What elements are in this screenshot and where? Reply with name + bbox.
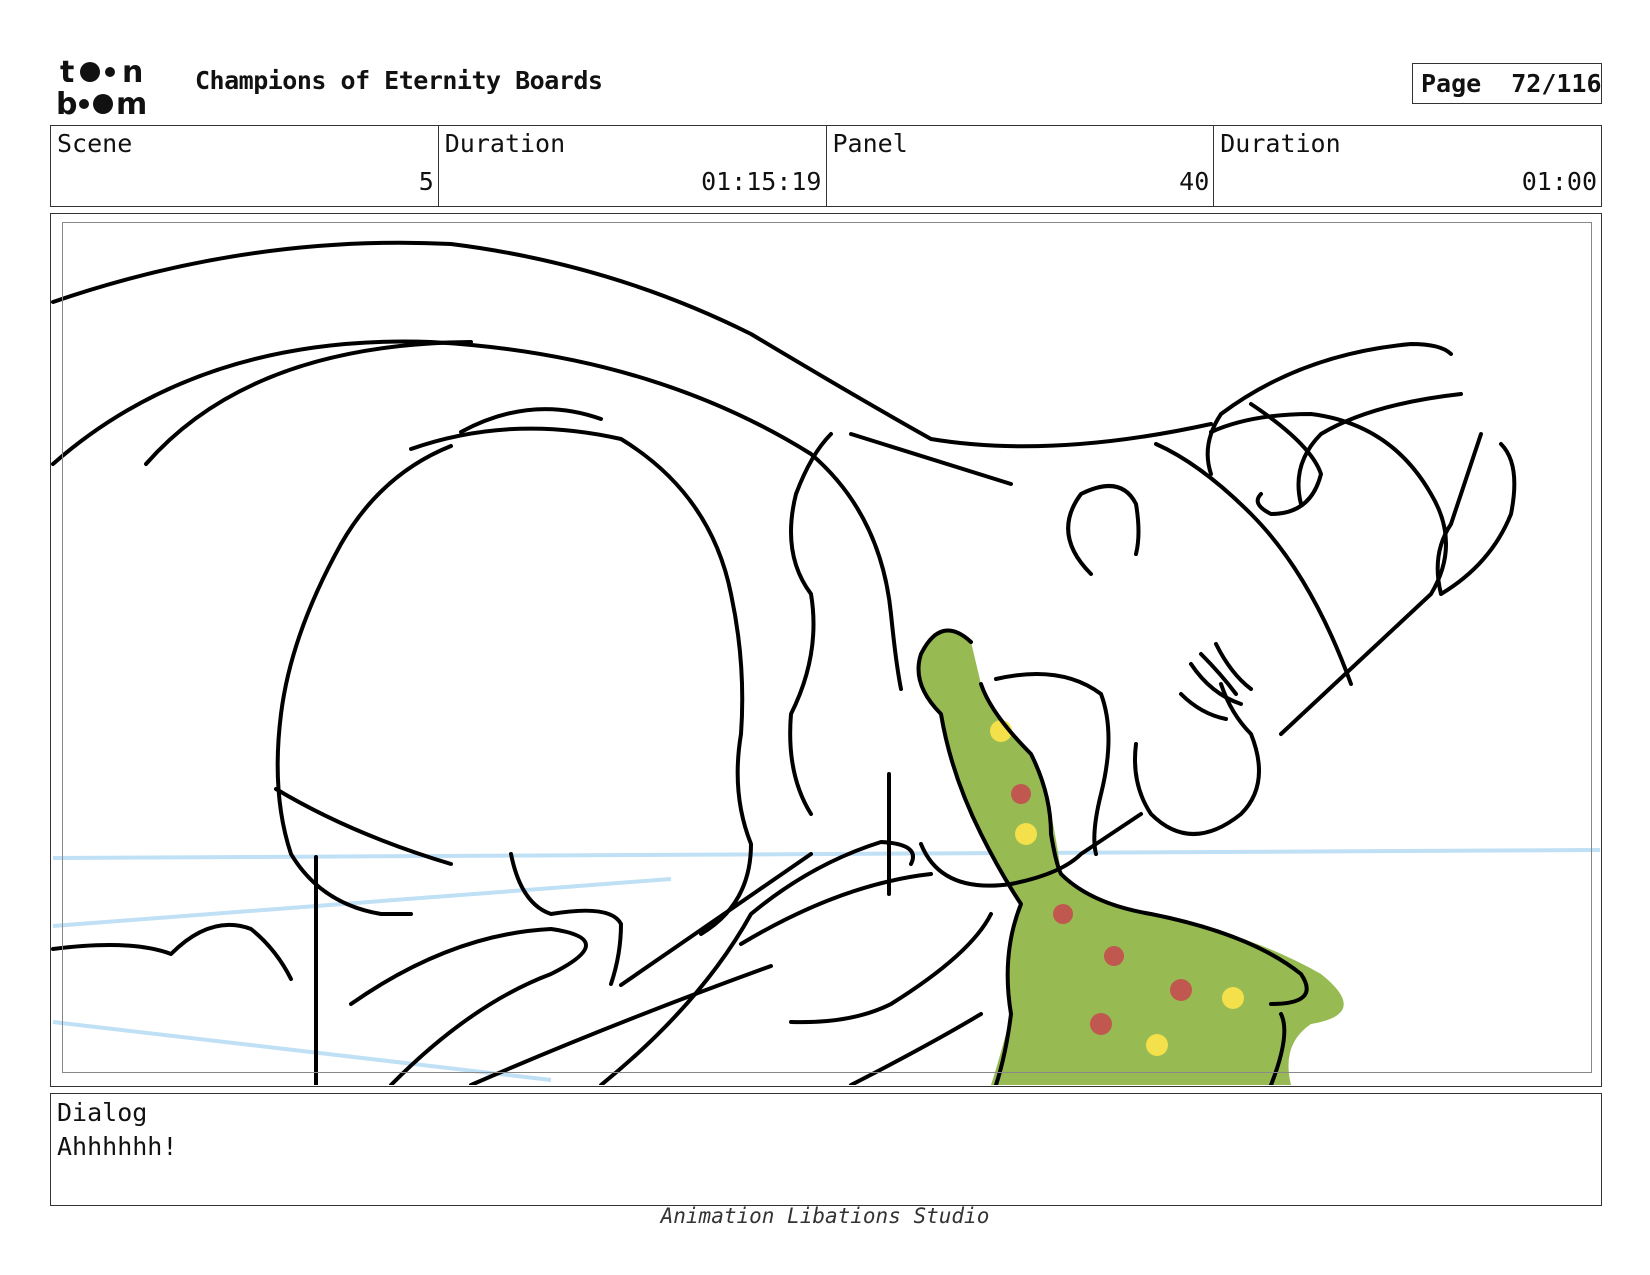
toon-boom-logo: t n b m [56,55,147,116]
scene-info-row: Scene 5 Duration 01:15:19 Panel 40 Durat… [50,125,1602,207]
ink-lines [51,240,1517,1085]
svg-text:m: m [116,87,147,116]
page-number: 72/116 [1511,69,1602,98]
dialog-text: Ahhhhhh! [57,1132,178,1161]
panel-value: 40 [1179,167,1210,196]
studio-footer: Animation Libations Studio [660,1204,990,1228]
panel-label: Panel [832,129,908,158]
scene-duration-cell: Duration 01:15:19 [439,126,827,206]
storyboard-panel [50,213,1602,1087]
page-indicator: Page 72/116 [1412,63,1602,104]
dialog-box: Dialog Ahhhhhh! [50,1093,1602,1206]
scene-duration-value: 01:15:19 [701,167,822,196]
page-label: Page [1421,69,1482,98]
svg-text:n: n [122,55,143,90]
panel-duration-cell: Duration 01:00 [1214,126,1601,206]
panel-duration-value: 01:00 [1521,167,1597,196]
scene-label: Scene [57,129,133,158]
project-title: Champions of Eternity Boards [195,66,603,95]
panel-cell: Panel 40 [827,126,1215,206]
scene-cell: Scene 5 [51,126,439,206]
panel-sketch [51,240,1600,1085]
green-character [918,630,1344,1085]
panel-duration-label: Duration [1220,129,1341,158]
scene-duration-label: Duration [444,129,566,158]
svg-text:t: t [60,55,74,90]
svg-text:b: b [56,87,77,116]
scene-value: 5 [418,167,434,196]
dialog-label: Dialog [57,1098,148,1127]
